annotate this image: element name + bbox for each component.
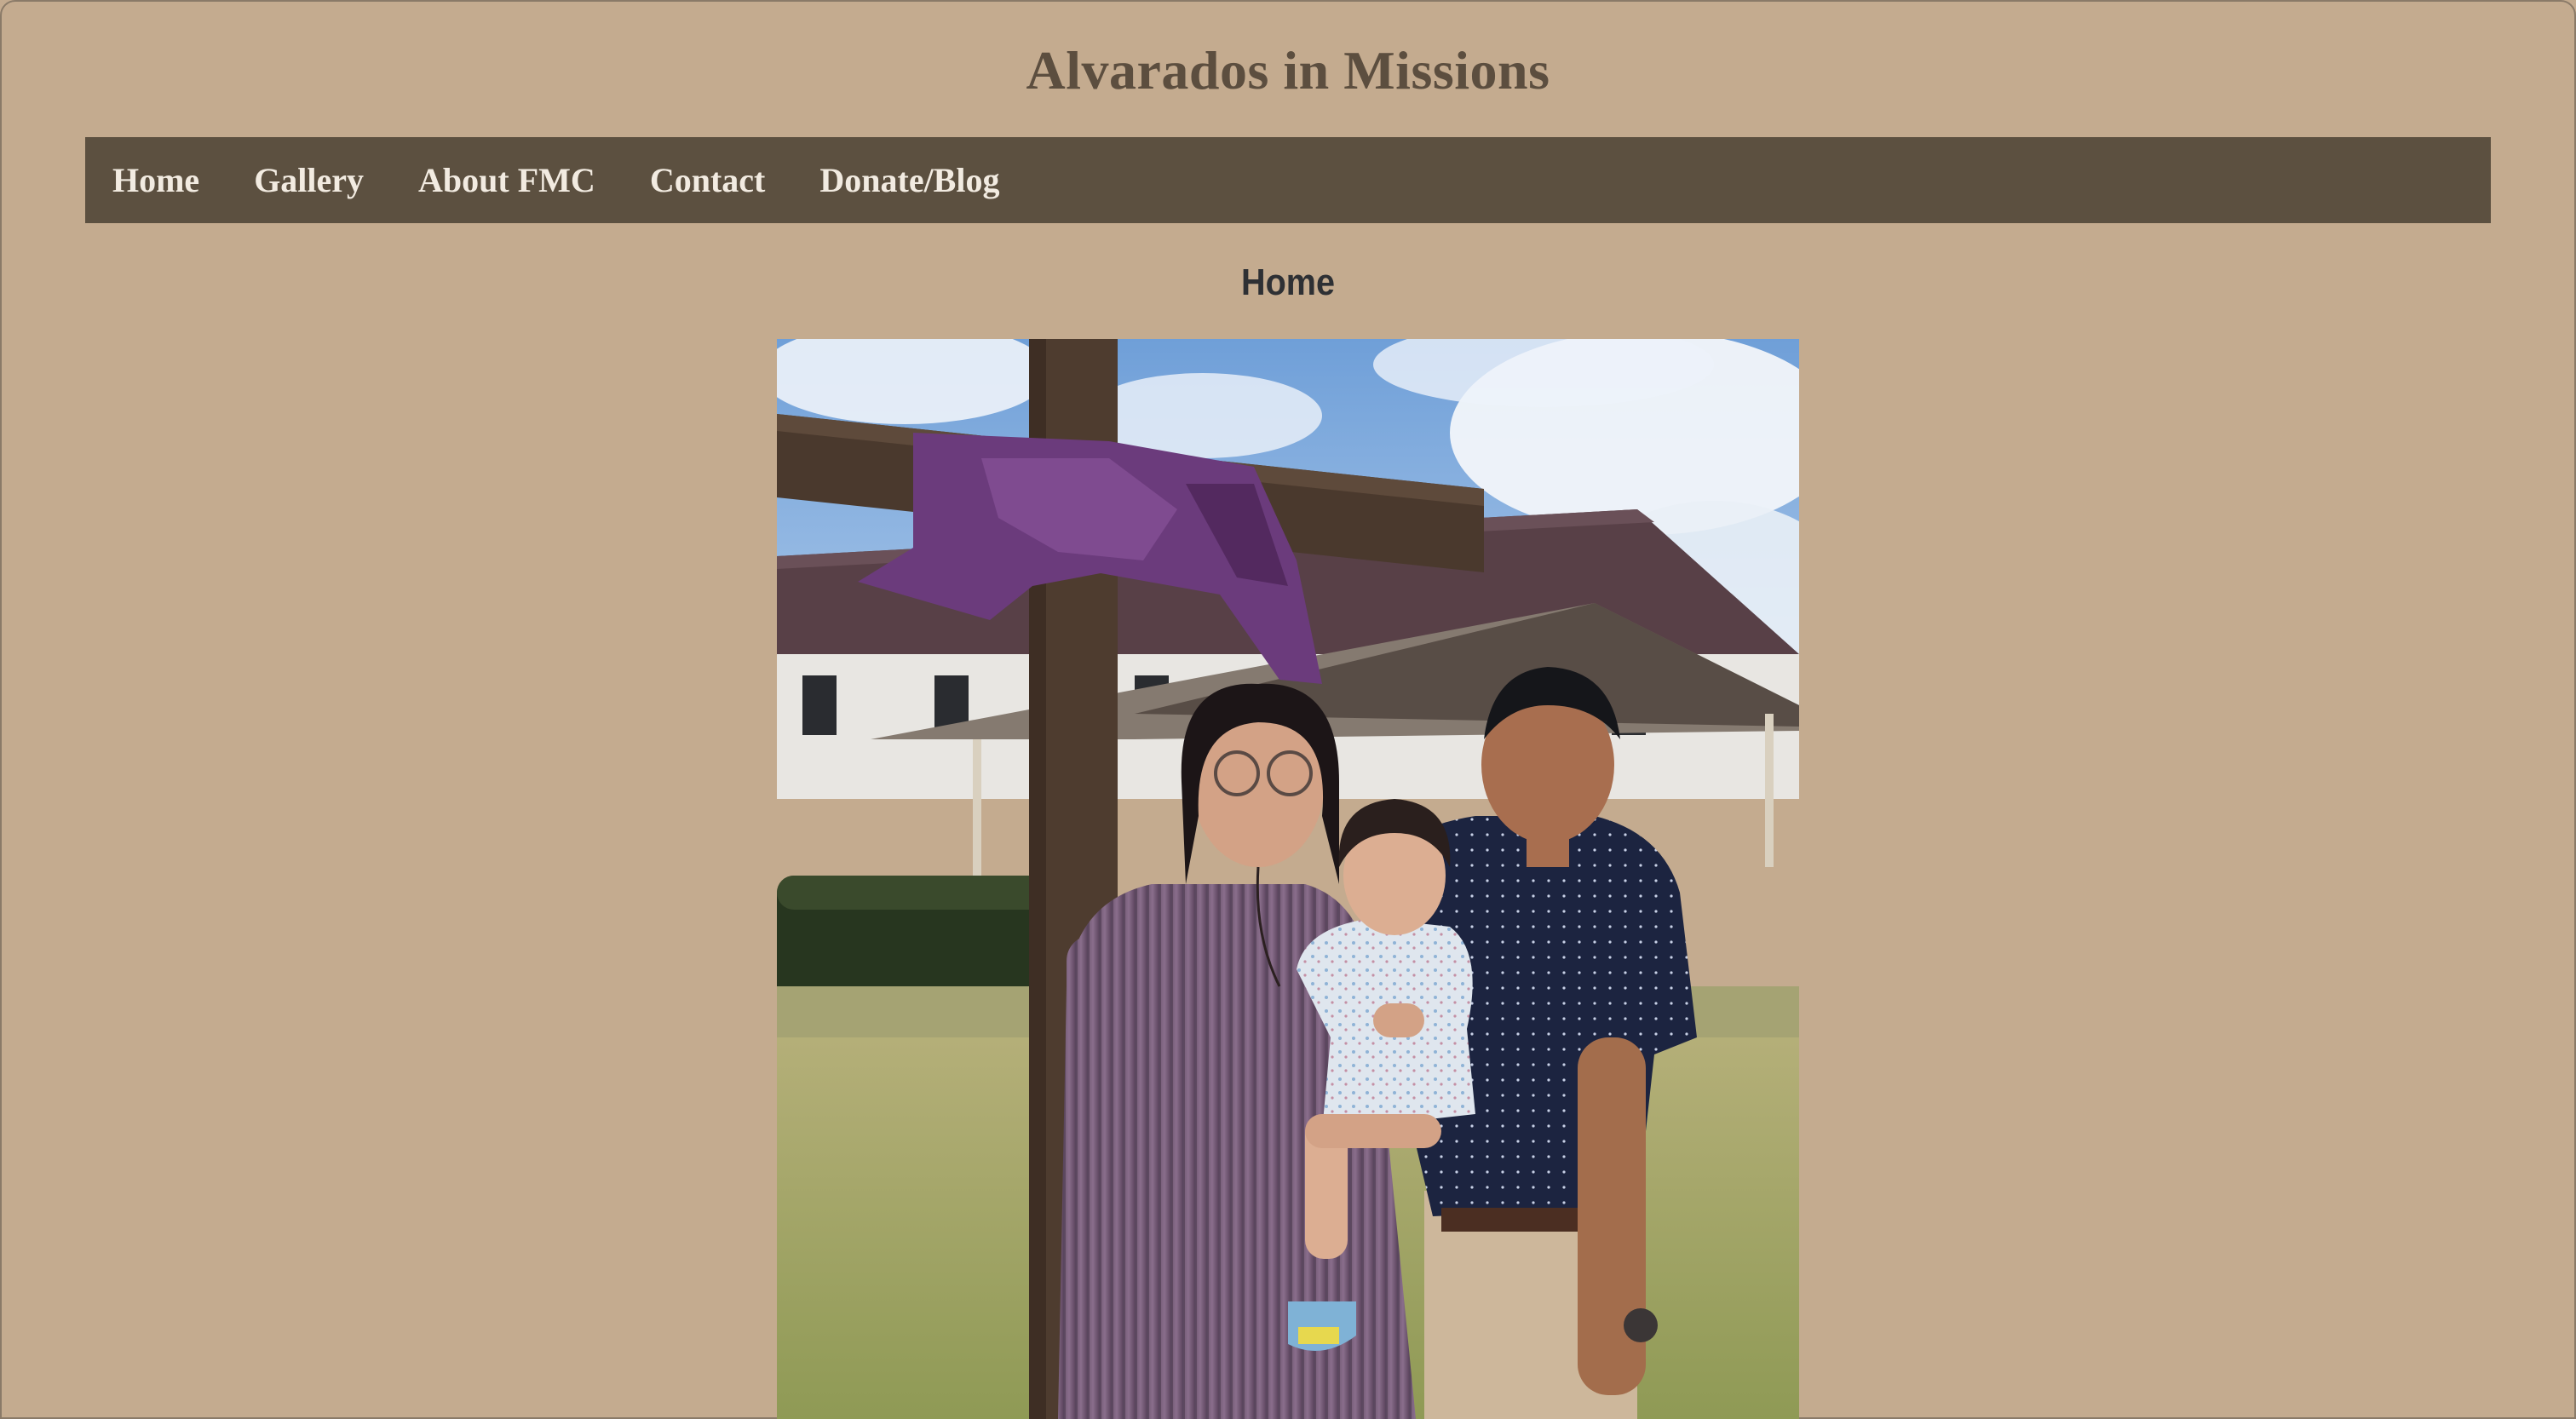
main-navigation: Home Gallery About FMC Contact Donate/Bl… [85,137,2491,223]
nav-item-gallery[interactable]: Gallery [254,160,364,200]
site-title: Alvarados in Missions [1026,40,1550,101]
family-photo [777,339,1799,1419]
page-heading: Home [1240,261,1336,303]
nav-item-about-fmc[interactable]: About FMC [418,160,595,200]
nav-item-donate-blog[interactable]: Donate/Blog [819,160,999,200]
nav-item-home[interactable]: Home [112,160,199,200]
nav-item-contact[interactable]: Contact [650,160,766,200]
